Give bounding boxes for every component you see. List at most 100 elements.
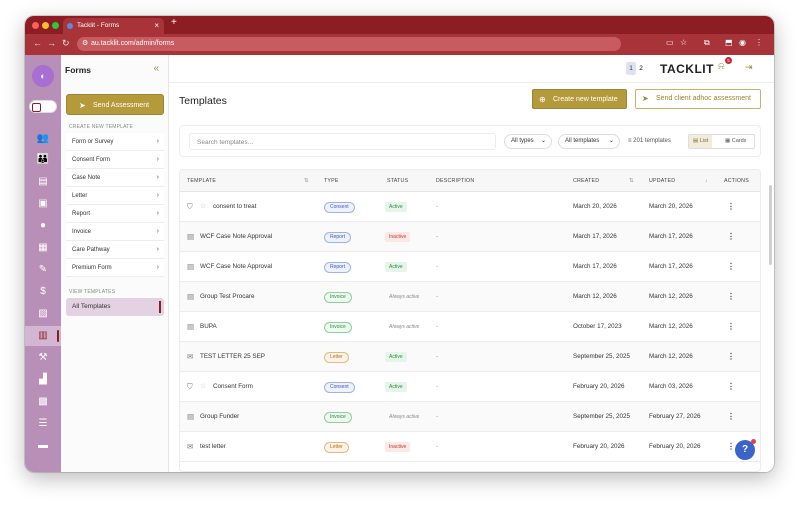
page-2-button[interactable]: 2: [636, 62, 646, 75]
help-button[interactable]: ?: [735, 439, 756, 460]
close-tab-icon[interactable]: ×: [154, 18, 159, 34]
create-new-template-button[interactable]: ⊕ Create new template: [532, 89, 627, 109]
status-badge: Always active: [389, 294, 420, 300]
template-name[interactable]: WCF Case Note Approval: [200, 222, 272, 252]
dollar-icon[interactable]: $: [25, 282, 61, 302]
app-logo-icon[interactable]: ◐: [32, 65, 54, 87]
send-assessment-button[interactable]: ➤ Send Assessment: [66, 94, 164, 115]
downloads-icon[interactable]: ⬒: [725, 38, 733, 47]
wrench-icon[interactable]: ⚒: [25, 348, 61, 368]
send-adhoc-assessment-button[interactable]: ➤ Send client adhoc assessment: [635, 89, 761, 109]
scrollbar[interactable]: [769, 185, 772, 265]
monitor-icon[interactable]: ▬: [25, 436, 61, 456]
chat-icon[interactable]: ●: [25, 216, 61, 236]
row-actions-kebab-icon[interactable]: ⋮: [727, 402, 735, 432]
type-badge: Consent: [324, 202, 355, 213]
table-row[interactable]: ▤ WCF Case Note Approval Report Active - Marc…: [180, 252, 760, 282]
col-created[interactable]: CREATED: [573, 170, 599, 192]
template-name[interactable]: TEST LETTER 25 SEP: [200, 342, 265, 372]
list-view-button[interactable]: ▤ List: [689, 135, 713, 148]
menu-kebab-icon[interactable]: ⋮: [755, 38, 763, 47]
sidebar-item-letter[interactable]: Letter ›: [66, 187, 164, 205]
cast-icon[interactable]: ▭: [666, 38, 674, 47]
maximize-window-icon[interactable]: [52, 22, 59, 29]
calendar-icon[interactable]: ▦: [25, 238, 61, 258]
sidebar-item-label: Premium Form: [72, 265, 112, 271]
sidebar-item-report[interactable]: Report ›: [66, 205, 164, 223]
description-text: -: [436, 323, 439, 330]
inbox-icon[interactable]: ▩: [25, 392, 61, 412]
table-row[interactable]: ⛉ ☆ consent to treat Consent Active - March 20…: [180, 192, 760, 222]
extensions-icon[interactable]: ⧉: [704, 38, 710, 48]
person-card-icon[interactable]: ▨: [25, 304, 61, 324]
col-template[interactable]: TEMPLATE: [187, 170, 216, 192]
analytics-icon[interactable]: ▟: [25, 370, 61, 390]
row-actions-kebab-icon[interactable]: ⋮: [727, 192, 735, 222]
forms-icon[interactable]: ▥: [25, 326, 61, 346]
clients-icon[interactable]: 👥: [25, 129, 61, 149]
profile-icon[interactable]: ◉: [739, 38, 746, 47]
table-row[interactable]: ▤ Group Test Procare Invoice Always active -…: [180, 282, 760, 312]
table-row[interactable]: ✉ test letter Letter Inactive - February 20, …: [180, 432, 760, 462]
col-updated[interactable]: UPDATED: [649, 170, 675, 192]
pen-icon[interactable]: ✎: [25, 260, 61, 280]
new-tab-icon[interactable]: +: [171, 17, 177, 28]
back-icon[interactable]: ←: [33, 38, 42, 48]
row-actions-kebab-icon[interactable]: ⋮: [727, 222, 735, 252]
template-name[interactable]: test letter: [200, 432, 226, 462]
sidebar-item-care-pathway[interactable]: Care Pathway ›: [66, 241, 164, 259]
bookmark-star-icon[interactable]: ☆: [680, 38, 687, 47]
row-actions-kebab-icon[interactable]: ⋮: [727, 312, 735, 342]
template-filter-select[interactable]: All templates ⌄: [558, 134, 620, 149]
site-info-icon[interactable]: ⚙: [82, 37, 88, 51]
row-actions-kebab-icon[interactable]: ⋮: [727, 372, 735, 402]
sidebar-item-all-templates[interactable]: All Templates: [66, 298, 164, 316]
contact-icon[interactable]: ▣: [25, 194, 61, 214]
template-name[interactable]: Consent Form: [213, 372, 253, 402]
bell-icon[interactable]: ⍾: [718, 61, 725, 72]
template-name[interactable]: Group Funder: [200, 402, 239, 432]
reload-icon[interactable]: ↻: [62, 38, 70, 49]
table-row[interactable]: ▤ Group Funder Invoice Always active - Septem…: [180, 402, 760, 432]
row-actions-kebab-icon[interactable]: ⋮: [727, 252, 735, 282]
table-row[interactable]: ▤ BUPA Invoice Always active - October 17, 20…: [180, 312, 760, 342]
chevron-down-icon: ⌄: [608, 138, 614, 144]
minimize-window-icon[interactable]: [42, 22, 49, 29]
groups-icon[interactable]: 👪: [25, 150, 61, 170]
cards-view-button[interactable]: ▦ Cards: [721, 135, 750, 148]
table-row[interactable]: ▤ WCF Case Note Approval Report Inactive - Ma…: [180, 222, 760, 252]
template-name[interactable]: WCF Case Note Approval: [200, 252, 272, 282]
sidebar-item-case-note[interactable]: Case Note ›: [66, 169, 164, 187]
logout-icon[interactable]: ⇥: [745, 62, 753, 73]
type-badge: Letter: [324, 442, 349, 453]
collapse-sidebar-icon[interactable]: «: [153, 63, 159, 74]
favorite-star-icon[interactable]: ☆: [200, 192, 206, 222]
favorite-star-icon[interactable]: ☆: [200, 372, 206, 402]
row-actions-kebab-icon[interactable]: ⋮: [727, 342, 735, 372]
sidebar-item-consent-form[interactable]: Consent Form ›: [66, 151, 164, 169]
mode-toggle[interactable]: [29, 100, 57, 113]
checklist-icon[interactable]: ☰: [25, 414, 61, 434]
template-name[interactable]: Group Test Procare: [200, 282, 254, 312]
url-field[interactable]: ⚙ au.tacklit.com/admin/forms: [77, 37, 621, 51]
sort-updated-icon[interactable]: ↓: [705, 170, 708, 192]
table-row[interactable]: ✉ TEST LETTER 25 SEP Letter Active - Septembe…: [180, 342, 760, 372]
sidebar-item-invoice[interactable]: Invoice ›: [66, 223, 164, 241]
page-1-button[interactable]: 1: [626, 62, 636, 75]
type-filter-select[interactable]: All types ⌄: [504, 134, 552, 149]
sort-created-icon[interactable]: ⇅: [629, 170, 634, 192]
row-actions-kebab-icon[interactable]: ⋮: [727, 282, 735, 312]
row-actions-kebab-icon[interactable]: ⋮: [727, 432, 735, 462]
sort-template-icon[interactable]: ⇅: [304, 170, 309, 192]
sidebar-item-premium-form[interactable]: Premium Form ›: [66, 259, 164, 277]
sidebar-item-label: Consent Form: [72, 157, 111, 163]
template-name[interactable]: BUPA: [200, 312, 217, 342]
id-card-icon[interactable]: ▤: [25, 172, 61, 192]
close-window-icon[interactable]: [32, 22, 39, 29]
template-name[interactable]: consent to treat: [213, 192, 256, 222]
table-row[interactable]: ⛉ ☆ Consent Form Consent Active - February 20,…: [180, 372, 760, 402]
forward-icon[interactable]: →: [47, 38, 56, 48]
sidebar-item-form-or-survey[interactable]: Form or Survey ›: [66, 133, 164, 151]
browser-tab[interactable]: Tacklit - Forms ×: [63, 18, 164, 34]
search-input[interactable]: Search templates...: [189, 133, 496, 150]
